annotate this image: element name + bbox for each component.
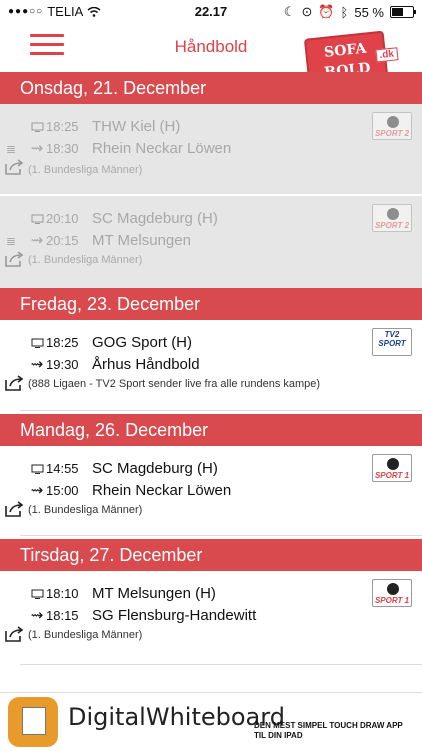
rotation-lock-icon: ⊙: [301, 4, 313, 19]
match-row[interactable]: 20:10 SC Magdeburg (H) ⇝ 20:15 MT Melsun…: [0, 196, 422, 288]
share-icon[interactable]: [4, 250, 24, 273]
ball-icon: [387, 583, 399, 595]
away-team: SG Flensburg-Handewitt: [92, 606, 257, 624]
moon-icon: ☾: [283, 4, 296, 19]
tv-time: 20:10: [46, 211, 79, 226]
league-note: (1. Bundesliga Männer): [28, 504, 143, 516]
bluetooth-icon: ᛒ: [340, 4, 349, 20]
notes-icon[interactable]: ≣: [6, 234, 16, 248]
kickoff-row: ⇝ 18:30 Rhein Neckar Löwen: [28, 139, 232, 158]
away-team: Rhein Neckar Löwen: [92, 139, 232, 157]
start-time: 19:30: [46, 356, 79, 372]
whistle-icon: ⇝: [30, 482, 44, 499]
whiteboard-app-icon: [8, 697, 58, 747]
easel-board: [22, 707, 46, 735]
league-note: (1. Bundesliga Männer): [28, 164, 143, 176]
day-header: Fredag, 23. December: [0, 288, 422, 320]
day-header: Onsdag, 21. December: [0, 72, 422, 104]
home-team: GOG Sport (H): [92, 334, 193, 351]
away-team: Rhein Neckar Löwen: [92, 481, 232, 499]
tv-icon: [28, 464, 46, 474]
notes-icon[interactable]: ≣: [6, 142, 16, 156]
channel-label: SPORT 1: [374, 596, 410, 605]
league-note: (1. Bundesliga Männer): [28, 254, 143, 266]
home-team: SC Magdeburg (H): [92, 460, 218, 477]
whistle-icon: ⇝: [30, 607, 44, 624]
home-team: MT Melsungen (H): [92, 585, 216, 602]
whistle-icon: ⇝: [30, 232, 44, 249]
ad-app-name: DigitalWhiteboard: [68, 703, 285, 731]
tv-row: 20:10 SC Magdeburg (H): [28, 210, 218, 227]
day-header: Mandag, 26. December: [0, 414, 422, 446]
channel-logo: SPORT 2: [372, 112, 412, 140]
tv-row: 18:25 THW Kiel (H): [28, 118, 180, 135]
tv-icon: [28, 589, 46, 599]
ball-icon: [387, 458, 399, 470]
tv-row: 14:55 SC Magdeburg (H): [28, 460, 218, 477]
match-row[interactable]: 18:10 MT Melsungen (H) ⇝ 18:15 SG Flensb…: [0, 571, 422, 655]
battery-icon: [390, 6, 416, 18]
alarm-icon: ⏰: [318, 4, 335, 19]
navigation-bar: Håndbold SOFA BOLD .dk: [0, 22, 422, 91]
kickoff-row: ⇝ 15:00 Rhein Neckar Löwen: [28, 481, 232, 500]
channel-logo: SPORT 2: [372, 204, 412, 232]
tv-icon: [28, 122, 46, 132]
share-icon[interactable]: [4, 374, 24, 397]
channel-logo: SPORT 1: [372, 454, 412, 482]
tv-row: 18:10 MT Melsungen (H): [28, 585, 216, 602]
start-time: 18:15: [46, 607, 79, 623]
away-team: Århus Håndbold: [92, 355, 200, 373]
league-note: (1. Bundesliga Männer): [28, 629, 143, 641]
tv-time: 18:10: [46, 586, 79, 601]
ad-tagline: DEN MEST SIMPEL TOUCH DRAW APP TIL DIN I…: [254, 721, 403, 740]
ball-icon: [387, 208, 399, 220]
away-team: MT Melsungen: [92, 231, 191, 249]
kickoff-row: ⇝ 20:15 MT Melsungen: [28, 231, 191, 250]
match-row[interactable]: 14:55 SC Magdeburg (H) ⇝ 15:00 Rhein Nec…: [0, 446, 422, 530]
channel-label: SPORT 2: [374, 129, 410, 138]
start-time: 15:00: [46, 482, 79, 498]
ad-banner[interactable]: DigitalWhiteboard DEN MEST SIMPEL TOUCH …: [0, 692, 422, 751]
kickoff-row: ⇝ 19:30 Århus Håndbold: [28, 355, 200, 374]
channel-label: SPORT 2: [374, 221, 410, 230]
share-icon[interactable]: [4, 158, 24, 181]
kickoff-row: ⇝ 18:15 SG Flensburg-Handewitt: [28, 606, 257, 625]
tv-time: 14:55: [46, 461, 79, 476]
tv-icon: [28, 338, 46, 348]
ball-icon: [387, 116, 399, 128]
start-time: 20:15: [46, 232, 79, 248]
start-time: 18:30: [46, 140, 79, 156]
whistle-icon: ⇝: [30, 140, 44, 157]
divider: [20, 664, 422, 665]
tv-row: 18:25 GOG Sport (H): [28, 334, 192, 351]
channel-label: SPORT 1: [374, 471, 410, 480]
home-team: SC Magdeburg (H): [92, 210, 218, 227]
tv-time: 18:25: [46, 119, 79, 134]
channel-logo: TV2 SPORT: [372, 328, 412, 356]
share-icon[interactable]: [4, 625, 24, 648]
tv-time: 18:25: [46, 335, 79, 350]
day-header: Tirsdag, 27. December: [0, 539, 422, 571]
logo-suffix: .dk: [374, 47, 399, 63]
match-row[interactable]: 18:25 GOG Sport (H) ⇝ 19:30 Århus Håndbo…: [0, 320, 422, 404]
league-note: (888 Ligaen - TV2 Sport sender live fra …: [28, 378, 321, 390]
channel-logo: SPORT 1: [372, 579, 412, 607]
channel-label: TV2 SPORT: [378, 330, 406, 348]
divider: [20, 410, 422, 411]
divider: [20, 535, 422, 536]
share-icon[interactable]: [4, 500, 24, 523]
status-bar: ●●●○○ TELIA 22.17 ☾ ⊙ ⏰ ᛒ 55 %: [0, 0, 422, 22]
battery-percent: 55 %: [354, 4, 384, 20]
whistle-icon: ⇝: [30, 356, 44, 373]
home-team: THW Kiel (H): [92, 118, 181, 135]
match-row[interactable]: 18:25 THW Kiel (H) ⇝ 18:30 Rhein Neckar …: [0, 104, 422, 194]
tv-icon: [28, 214, 46, 224]
